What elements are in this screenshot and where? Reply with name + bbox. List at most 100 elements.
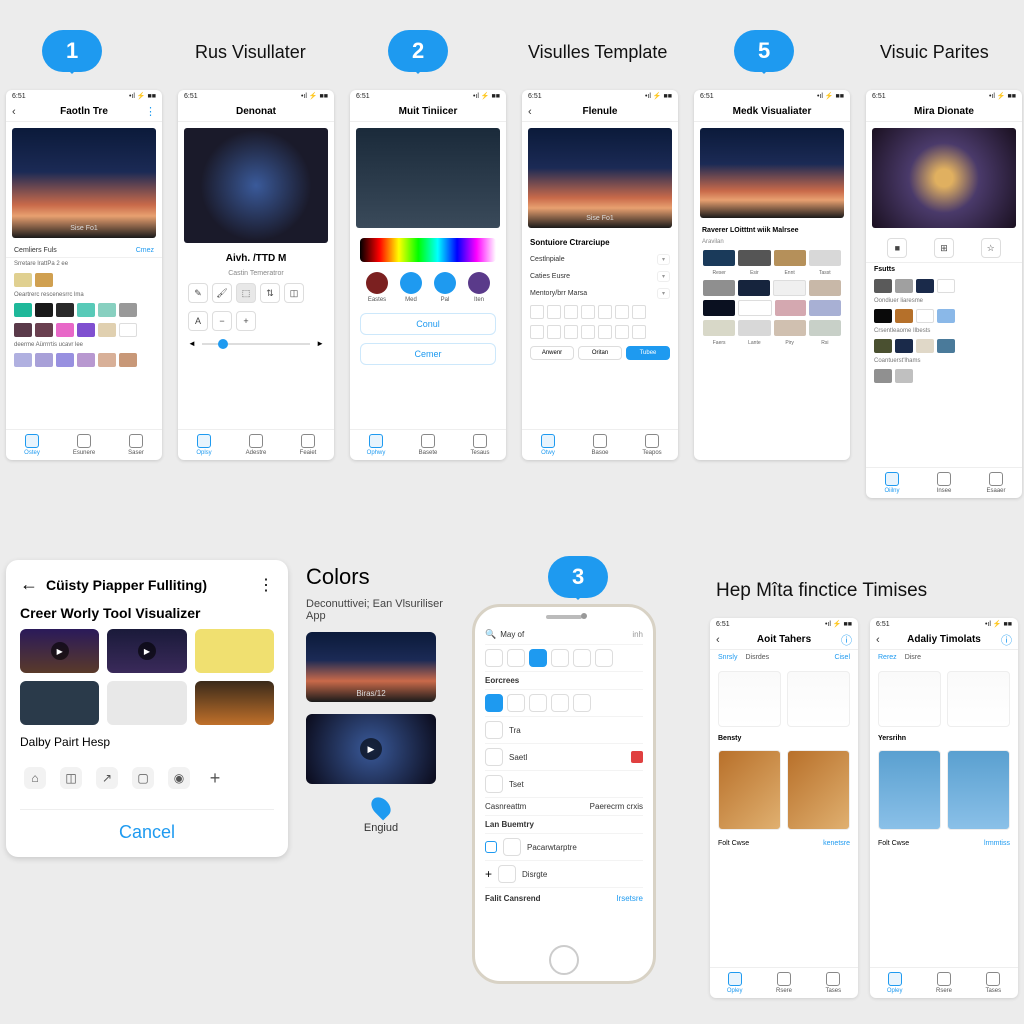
calendar-icon[interactable]: ◫ <box>60 767 82 789</box>
cancel-button[interactable]: Cancel <box>20 809 274 843</box>
tool-selected[interactable]: ⬚ <box>236 283 256 303</box>
footer-action[interactable]: lrmmtiss <box>984 840 1010 847</box>
section-action[interactable]: Cmez <box>136 247 154 254</box>
search-row[interactable]: 🔍May ofinh <box>485 625 643 645</box>
tab-2[interactable]: Rsere <box>919 968 968 998</box>
home-button[interactable] <box>549 945 579 975</box>
tab-1[interactable]: Otwy <box>522 430 574 460</box>
slider[interactable]: ◄► <box>178 335 334 352</box>
tab-1[interactable]: Oiilny <box>866 468 918 498</box>
template-card[interactable] <box>718 671 781 727</box>
tab-2[interactable]: Insee <box>918 468 970 498</box>
color-preview-1[interactable]: Biras/12 <box>306 632 436 702</box>
tab-1[interactable]: Opley <box>710 968 759 998</box>
tool-brush-icon[interactable]: 🖌 <box>212 283 232 303</box>
swatch[interactable] <box>775 300 807 316</box>
tab[interactable]: Snrsly <box>718 654 737 661</box>
circle-2[interactable]: Med <box>400 272 422 303</box>
tool-pen-icon[interactable]: ✎ <box>188 283 208 303</box>
share-icon[interactable]: ↗ <box>96 767 118 789</box>
swatch[interactable] <box>738 280 770 296</box>
back-icon[interactable]: ‹ <box>876 634 880 646</box>
swatch[interactable] <box>809 280 841 296</box>
tool-text-icon[interactable]: A <box>188 311 208 331</box>
back-icon[interactable]: ‹ <box>12 106 16 118</box>
swatch[interactable] <box>773 280 807 296</box>
button-1[interactable]: Conul <box>360 313 496 335</box>
tab-3[interactable]: Saser <box>110 430 162 460</box>
tab-3[interactable]: Tesaus <box>454 430 506 460</box>
item-row[interactable]: Tset <box>485 771 643 798</box>
template-card[interactable] <box>878 671 941 727</box>
form-row-3[interactable]: Mentory/brr Marsa▾ <box>522 285 678 302</box>
tab[interactable]: Disre <box>905 654 921 661</box>
box-icon[interactable]: ▢ <box>132 767 154 789</box>
plus-icon[interactable]: + <box>204 767 226 789</box>
tab[interactable]: Rerez <box>878 654 897 661</box>
back-icon[interactable]: ‹ <box>716 634 720 646</box>
tab-1[interactable]: Ostey <box>6 430 58 460</box>
item-row[interactable]: Saetl <box>485 744 643 771</box>
swatch[interactable] <box>774 250 806 266</box>
home-icon[interactable]: ⌂ <box>24 767 46 789</box>
thumbnail[interactable] <box>20 681 99 725</box>
swatch[interactable] <box>738 320 770 336</box>
tab-2[interactable]: Basoe <box>574 430 626 460</box>
swatch-row-1[interactable] <box>6 270 162 290</box>
pill-2[interactable]: Oritan <box>578 346 622 360</box>
swatch-row-2[interactable] <box>6 300 162 320</box>
tab-3[interactable]: Teapos <box>626 430 678 460</box>
action-link[interactable]: Irsetsre <box>616 894 643 903</box>
item-row[interactable]: +Disrgte <box>485 861 643 888</box>
tab-3[interactable]: Tases <box>969 968 1018 998</box>
icon-2[interactable]: ⊞ <box>934 238 954 258</box>
swatch[interactable] <box>809 300 841 316</box>
icon-1[interactable]: ■ <box>887 238 907 258</box>
template-card[interactable] <box>947 750 1010 830</box>
tab-3[interactable]: Feaiet <box>282 430 334 460</box>
tab-2[interactable]: Adestre <box>230 430 282 460</box>
swatch[interactable] <box>703 280 735 296</box>
tab-2[interactable]: Rsere <box>759 968 808 998</box>
item-row[interactable]: Tra <box>485 717 643 744</box>
swatch[interactable] <box>738 300 772 316</box>
swatch[interactable] <box>703 300 735 316</box>
item-row[interactable]: Pacarwtarptre <box>485 834 643 861</box>
icon-3[interactable]: ☆ <box>981 238 1001 258</box>
swatch-row[interactable] <box>866 306 1022 326</box>
pill-1[interactable]: Anwenr <box>530 346 574 360</box>
circle-4[interactable]: Iten <box>468 272 490 303</box>
template-card[interactable] <box>947 671 1010 727</box>
template-card[interactable] <box>787 750 850 830</box>
thumbnail[interactable] <box>195 629 274 673</box>
swatch-row-4[interactable] <box>6 350 162 370</box>
info-icon[interactable]: ⓘ <box>1001 632 1012 648</box>
pin-icon[interactable] <box>368 794 395 821</box>
tab-2[interactable]: Esunere <box>58 430 110 460</box>
swatch[interactable] <box>703 320 735 336</box>
pill-3[interactable]: Tubee <box>626 346 670 360</box>
form-row-2[interactable]: Caties Eusre▾ <box>522 268 678 285</box>
tab-3[interactable]: Esaaer <box>970 468 1022 498</box>
color-preview-2[interactable]: ▶ <box>306 714 436 784</box>
info-icon[interactable]: ⓘ <box>841 632 852 648</box>
swatch[interactable] <box>774 320 806 336</box>
tool-crop-icon[interactable]: ◫ <box>284 283 304 303</box>
template-card[interactable] <box>878 750 941 830</box>
circle-3[interactable]: Pal <box>434 272 456 303</box>
back-icon[interactable]: ‹ <box>528 106 532 118</box>
template-card[interactable] <box>787 671 850 727</box>
thumbnail[interactable] <box>107 681 186 725</box>
more-icon[interactable]: ⋮ <box>145 105 156 118</box>
tab-1[interactable]: Ophwy <box>350 430 402 460</box>
button-2[interactable]: Cemer <box>360 343 496 365</box>
tool-plus-icon[interactable]: + <box>236 311 256 331</box>
form-row-1[interactable]: Cestlnpiale▾ <box>522 251 678 268</box>
color-spectrum[interactable] <box>360 238 496 262</box>
tab-1[interactable]: Opley <box>870 968 919 998</box>
swatch[interactable] <box>809 320 841 336</box>
back-icon[interactable]: ← <box>20 574 38 595</box>
swatch-row[interactable] <box>866 366 1022 386</box>
thumbnail[interactable]: ▶ <box>107 629 186 673</box>
thumbnail[interactable]: ▶ <box>20 629 99 673</box>
